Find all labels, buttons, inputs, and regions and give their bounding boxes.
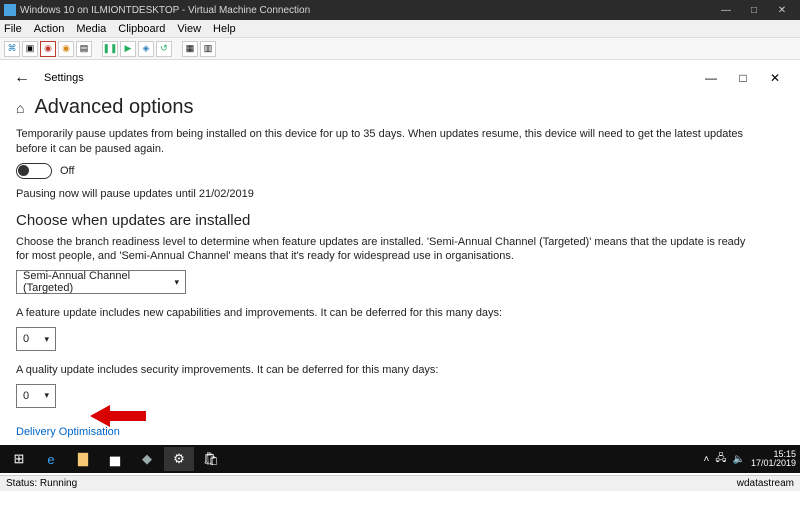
quality-defer-label: A quality update includes security impro… [16, 363, 756, 378]
tray-volume-icon[interactable]: 🔈 [733, 454, 745, 465]
guest-screen: ← Settings — □ ✕ ⌂ Advanced options Temp… [0, 60, 800, 491]
back-button[interactable]: ← [14, 69, 30, 87]
taskbar-app-icon[interactable]: ◆ [132, 447, 162, 471]
taskbar-settings-icon[interactable]: ⚙ [164, 447, 194, 471]
tb-sep2 [174, 41, 180, 57]
tray-network-icon[interactable]: 🖧 [715, 451, 726, 468]
feature-defer-label: A feature update includes new capabiliti… [16, 306, 756, 321]
settings-label: Settings [44, 72, 84, 84]
tb-turnoff-icon[interactable]: ◉ [40, 41, 56, 57]
chevron-down-icon: ▾ [174, 277, 179, 288]
toggle-state-label: Off [60, 165, 74, 177]
tray-overflow-icon[interactable]: ˄ [704, 454, 710, 465]
taskbar-edge-icon[interactable]: e [36, 447, 66, 471]
tb-enhanced-icon[interactable]: ▦ [182, 41, 198, 57]
branch-readiness-value: Semi-Annual Channel (Targeted) [23, 270, 168, 294]
taskbar-explorer-icon[interactable]: ▇ [68, 447, 98, 471]
menu-view[interactable]: View [177, 23, 201, 35]
branch-readiness-dropdown[interactable]: Semi-Annual Channel (Targeted) ▾ [16, 270, 186, 294]
tb-save-icon[interactable]: ▤ [76, 41, 92, 57]
settings-maximize-button[interactable]: □ [732, 71, 754, 85]
pause-description: Temporarily pause updates from being ins… [16, 127, 756, 157]
start-button[interactable]: ⊞ [4, 447, 34, 471]
quality-defer-dropdown[interactable]: 0 ▾ [16, 384, 56, 408]
vm-titlebar: Windows 10 on ILMIONTDESKTOP - Virtual M… [0, 0, 800, 20]
settings-minimize-button[interactable]: — [700, 71, 722, 85]
page-title: Advanced options [34, 96, 193, 119]
vm-toolbar: ⌘ ▣ ◉ ◉ ▤ ❚❚ ▶ ◈ ↺ ▦ ▥ [0, 38, 800, 60]
vm-menubar: File Action Media Clipboard View Help [0, 20, 800, 38]
tb-sep [94, 41, 100, 57]
feature-defer-dropdown[interactable]: 0 ▾ [16, 327, 56, 351]
tb-start-icon[interactable]: ▣ [22, 41, 38, 57]
tb-reset-icon[interactable]: ▶ [120, 41, 136, 57]
settings-close-button[interactable]: ✕ [764, 71, 786, 85]
tb-share-icon[interactable]: ▥ [200, 41, 216, 57]
menu-file[interactable]: File [4, 23, 22, 35]
settings-window-header: ← Settings — □ ✕ [0, 60, 800, 92]
quality-defer-value: 0 [23, 390, 29, 402]
tb-pause-icon[interactable]: ❚❚ [102, 41, 118, 57]
choose-heading: Choose when updates are installed [16, 212, 784, 229]
pause-until-text: Pausing now will pause updates until 21/… [16, 187, 756, 202]
menu-clipboard[interactable]: Clipboard [118, 23, 165, 35]
tb-shutdown-icon[interactable]: ◉ [58, 41, 74, 57]
vm-minimize-button[interactable]: — [712, 5, 740, 16]
taskbar: ⊞ e ▇ ▅ ◆ ⚙ 🛍 ˄ 🖧 🔈 15:15 17/01/2019 [0, 445, 800, 473]
chevron-down-icon: ▾ [44, 334, 49, 345]
tb-ctrl-alt-del-icon[interactable]: ⌘ [4, 41, 20, 57]
vm-title: Windows 10 on ILMIONTDESKTOP - Virtual M… [20, 5, 712, 16]
vm-status-bar: Status: Running wdatastream [0, 475, 800, 491]
tray-clock[interactable]: 15:15 17/01/2019 [751, 450, 796, 468]
choose-description: Choose the branch readiness level to det… [16, 235, 756, 265]
taskbar-store-icon[interactable]: 🛍 [196, 447, 226, 471]
menu-media[interactable]: Media [76, 23, 106, 35]
pause-updates-toggle[interactable] [16, 163, 52, 179]
vm-status-right: wdatastream [737, 478, 794, 489]
tb-revert-icon[interactable]: ↺ [156, 41, 172, 57]
chevron-down-icon: ▾ [44, 390, 49, 401]
tb-checkpoint-icon[interactable]: ◈ [138, 41, 154, 57]
vm-status-text: Status: Running [6, 478, 77, 489]
menu-action[interactable]: Action [34, 23, 65, 35]
menu-help[interactable]: Help [213, 23, 236, 35]
feature-defer-value: 0 [23, 333, 29, 345]
tray-date: 17/01/2019 [751, 459, 796, 468]
annotation-arrow-icon [90, 403, 146, 429]
taskbar-terminal-icon[interactable]: ▅ [100, 447, 130, 471]
vm-close-button[interactable]: ✕ [768, 5, 796, 16]
vm-app-icon [4, 4, 16, 16]
home-icon[interactable]: ⌂ [16, 100, 24, 116]
vm-maximize-button[interactable]: □ [740, 5, 768, 16]
